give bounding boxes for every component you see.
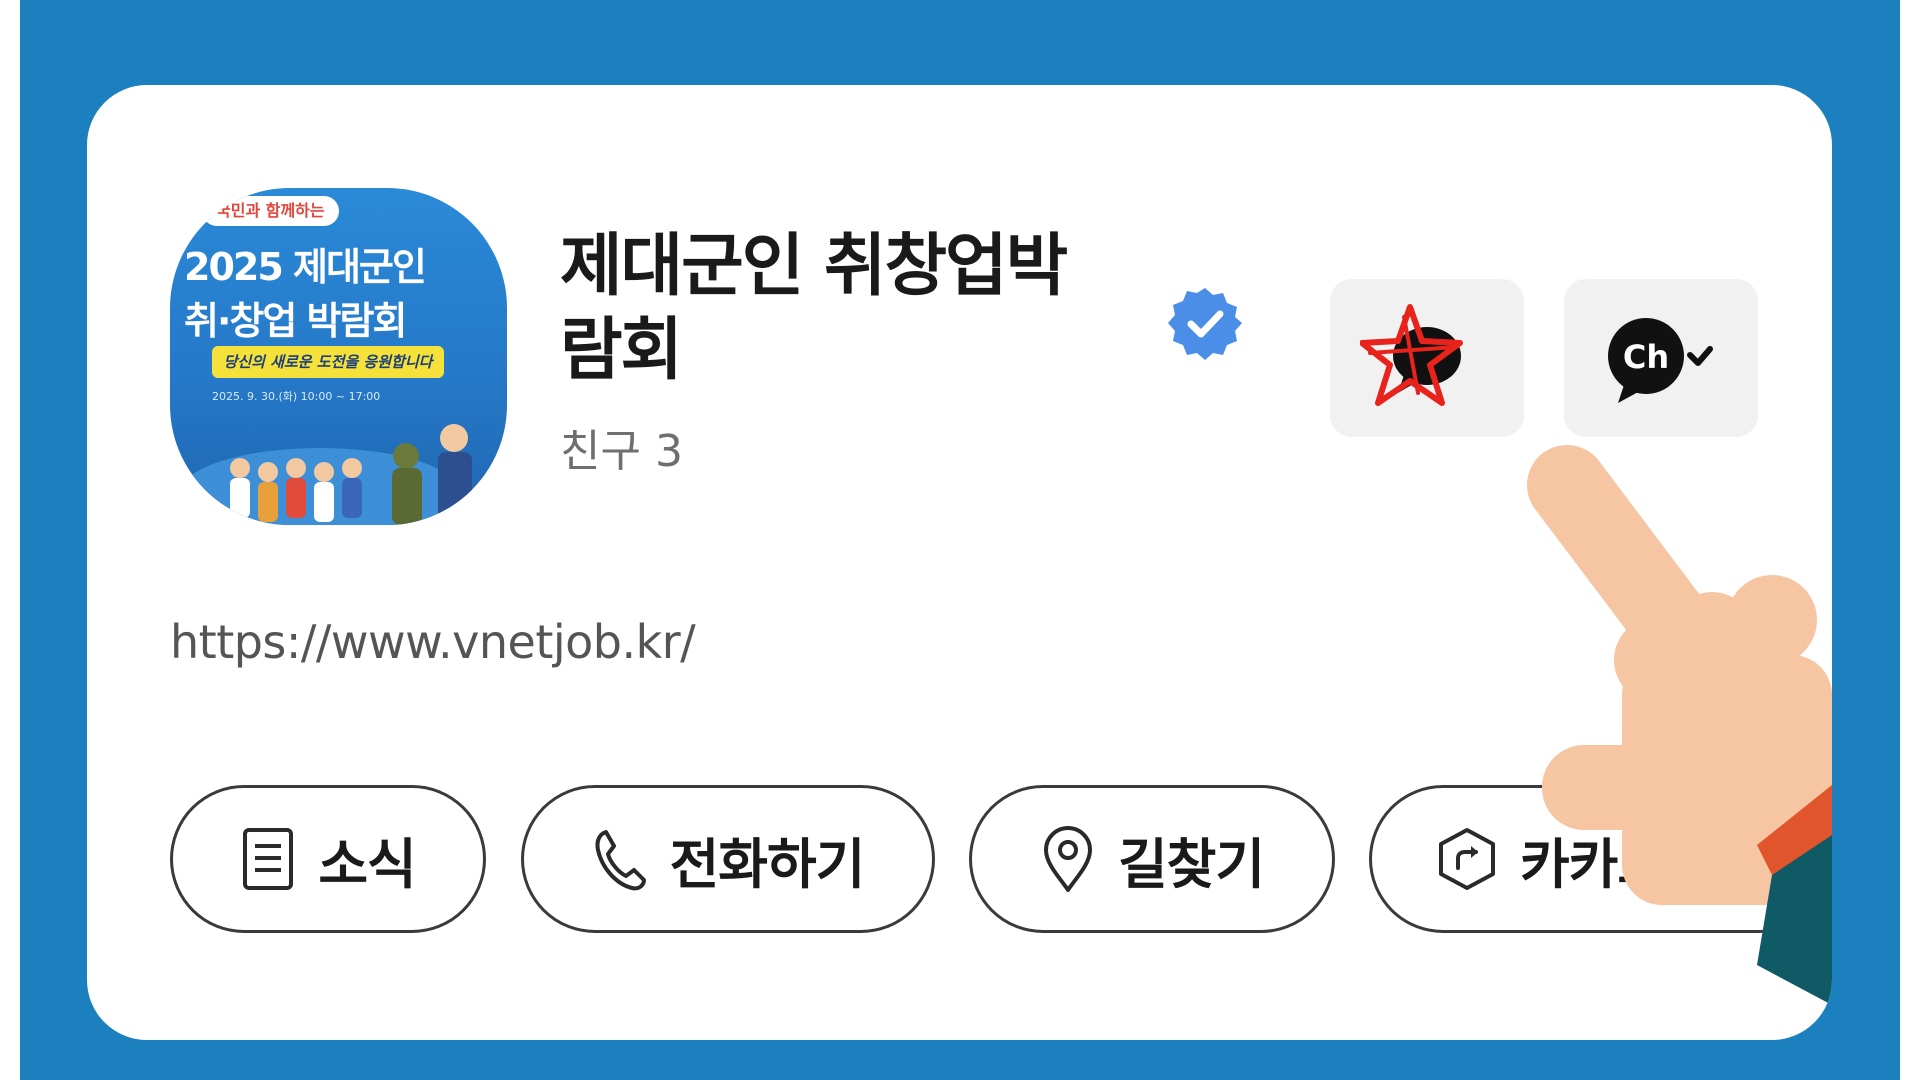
verified-badge-icon: [1168, 288, 1242, 360]
avatar-slogan: 당신의 새로운 도전을 응원합니다: [212, 346, 444, 378]
directions-button[interactable]: 길찾기: [969, 785, 1335, 933]
website-link[interactable]: https://www.vnetjob.kr/: [170, 615, 696, 669]
channel-name: 제대군인 취창업박 람회: [560, 225, 1160, 393]
star-annotation-icon: [1360, 304, 1463, 406]
channel-add-button[interactable]: Ch: [1564, 279, 1758, 437]
phone-icon: [595, 830, 646, 891]
call-button[interactable]: 전화하기: [521, 785, 935, 933]
avatar-title-line1: 2025 제대군인: [184, 245, 427, 289]
channel-profile-card: 국민과 함께하는 2025 제대군인 취·창업 박람회 당신의 새로운 도전을 …: [87, 85, 1832, 1040]
channel-name-line2: 람회: [560, 311, 683, 390]
news-button-label: 소식: [318, 832, 416, 896]
map-pin-icon: [1043, 826, 1092, 892]
profile-image[interactable]: 국민과 함께하는 2025 제대군인 취·창업 박람회 당신의 새로운 도전을 …: [170, 188, 507, 525]
channel-text: Ch: [1623, 338, 1669, 376]
channel-name-line1: 제대군인 취창업박: [560, 227, 1068, 306]
document-icon: [243, 828, 294, 890]
call-button-label: 전화하기: [669, 832, 866, 896]
directions-button-label: 길찾기: [1117, 832, 1265, 896]
avatar-title-line2: 취·창업 박람회: [184, 299, 407, 343]
avatar-ribbon: 국민과 함께하는: [202, 196, 339, 226]
friend-count: 친구 3: [560, 426, 683, 477]
crowd-illustration: [180, 424, 472, 525]
channel-add-icon: Ch: [1608, 318, 1713, 403]
news-button[interactable]: 소식: [170, 785, 486, 933]
pointing-hand-icon: [1527, 445, 1832, 1005]
